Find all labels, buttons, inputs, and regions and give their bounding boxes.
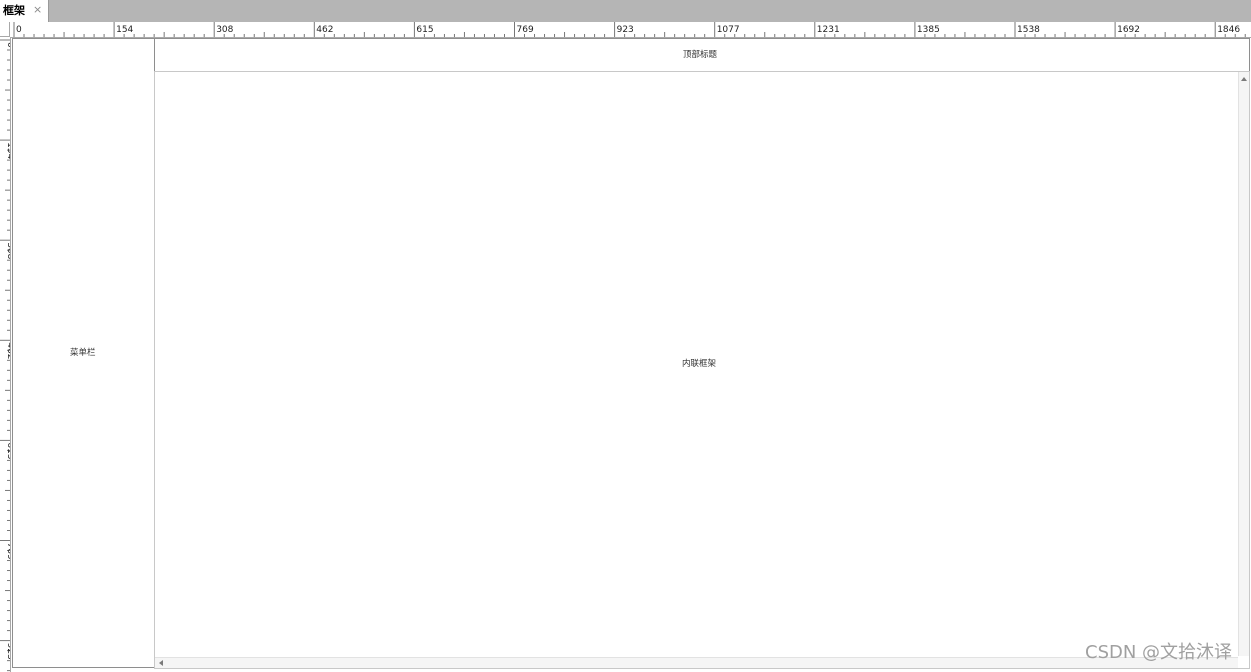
scroll-up-icon[interactable] bbox=[1239, 74, 1249, 84]
scroll-left-icon[interactable] bbox=[156, 658, 166, 668]
menu-bar-frame[interactable]: 菜单栏 bbox=[12, 38, 156, 668]
ruler-label: 1846 bbox=[1217, 25, 1240, 35]
ruler-label: 923 bbox=[617, 25, 634, 35]
ruler-label: 308 bbox=[216, 25, 233, 35]
ruler-label: 1385 bbox=[917, 25, 940, 35]
ruler-label: 923 bbox=[5, 643, 10, 660]
ruler-label: 154 bbox=[5, 142, 10, 159]
top-title-frame[interactable]: 顶部标题 bbox=[154, 38, 1250, 72]
ruler-label: 615 bbox=[416, 25, 433, 35]
close-icon[interactable]: × bbox=[33, 3, 42, 16]
ruler-label: 462 bbox=[5, 342, 10, 359]
ruler-label: 1538 bbox=[1017, 25, 1040, 35]
tab-bar: 框架 × bbox=[0, 0, 1251, 22]
top-title-label: 顶部标题 bbox=[683, 50, 718, 60]
ruler-label: 769 bbox=[5, 543, 10, 560]
ruler-label: 462 bbox=[316, 25, 333, 35]
ruler-label: 1077 bbox=[717, 25, 740, 35]
tab-label: 框架 bbox=[3, 4, 25, 17]
ruler-corner bbox=[0, 22, 10, 37]
ruler-label: 308 bbox=[5, 242, 10, 259]
ruler-label: 0 bbox=[16, 25, 22, 35]
ruler-label: 1692 bbox=[1117, 25, 1140, 35]
watermark: CSDN @文拾沐译 bbox=[1085, 642, 1233, 663]
horizontal-ruler-ticks: 0 154 308 462 615 769 923 1077 1231 1385 1538 1692 1… bbox=[13, 22, 1246, 37]
inline-frame[interactable]: 内联框架 bbox=[154, 71, 1250, 669]
ruler-label: 0 bbox=[5, 42, 10, 48]
menu-bar-label: 菜单栏 bbox=[70, 348, 96, 358]
vertical-ruler: 0 154 308 462 615 769 923 bbox=[0, 37, 11, 672]
ruler-label: 1231 bbox=[817, 25, 840, 35]
design-canvas[interactable]: 菜单栏 顶部标题 内联框架 bbox=[11, 38, 1251, 672]
vertical-ruler-ticks: 0 154 308 462 615 769 923 bbox=[0, 39, 10, 672]
horizontal-scrollbar[interactable] bbox=[155, 657, 1238, 668]
ruler-label: 615 bbox=[5, 442, 10, 459]
inline-frame-label: 内联框架 bbox=[682, 359, 717, 369]
vertical-scrollbar[interactable] bbox=[1238, 72, 1249, 656]
horizontal-ruler: 0 154 308 462 615 769 923 1077 1231 1385 1538 1692 1… bbox=[10, 22, 1251, 38]
ruler-label: 154 bbox=[116, 25, 133, 35]
tab-frame[interactable]: 框架 × bbox=[0, 0, 49, 22]
ruler-label: 769 bbox=[517, 25, 534, 35]
